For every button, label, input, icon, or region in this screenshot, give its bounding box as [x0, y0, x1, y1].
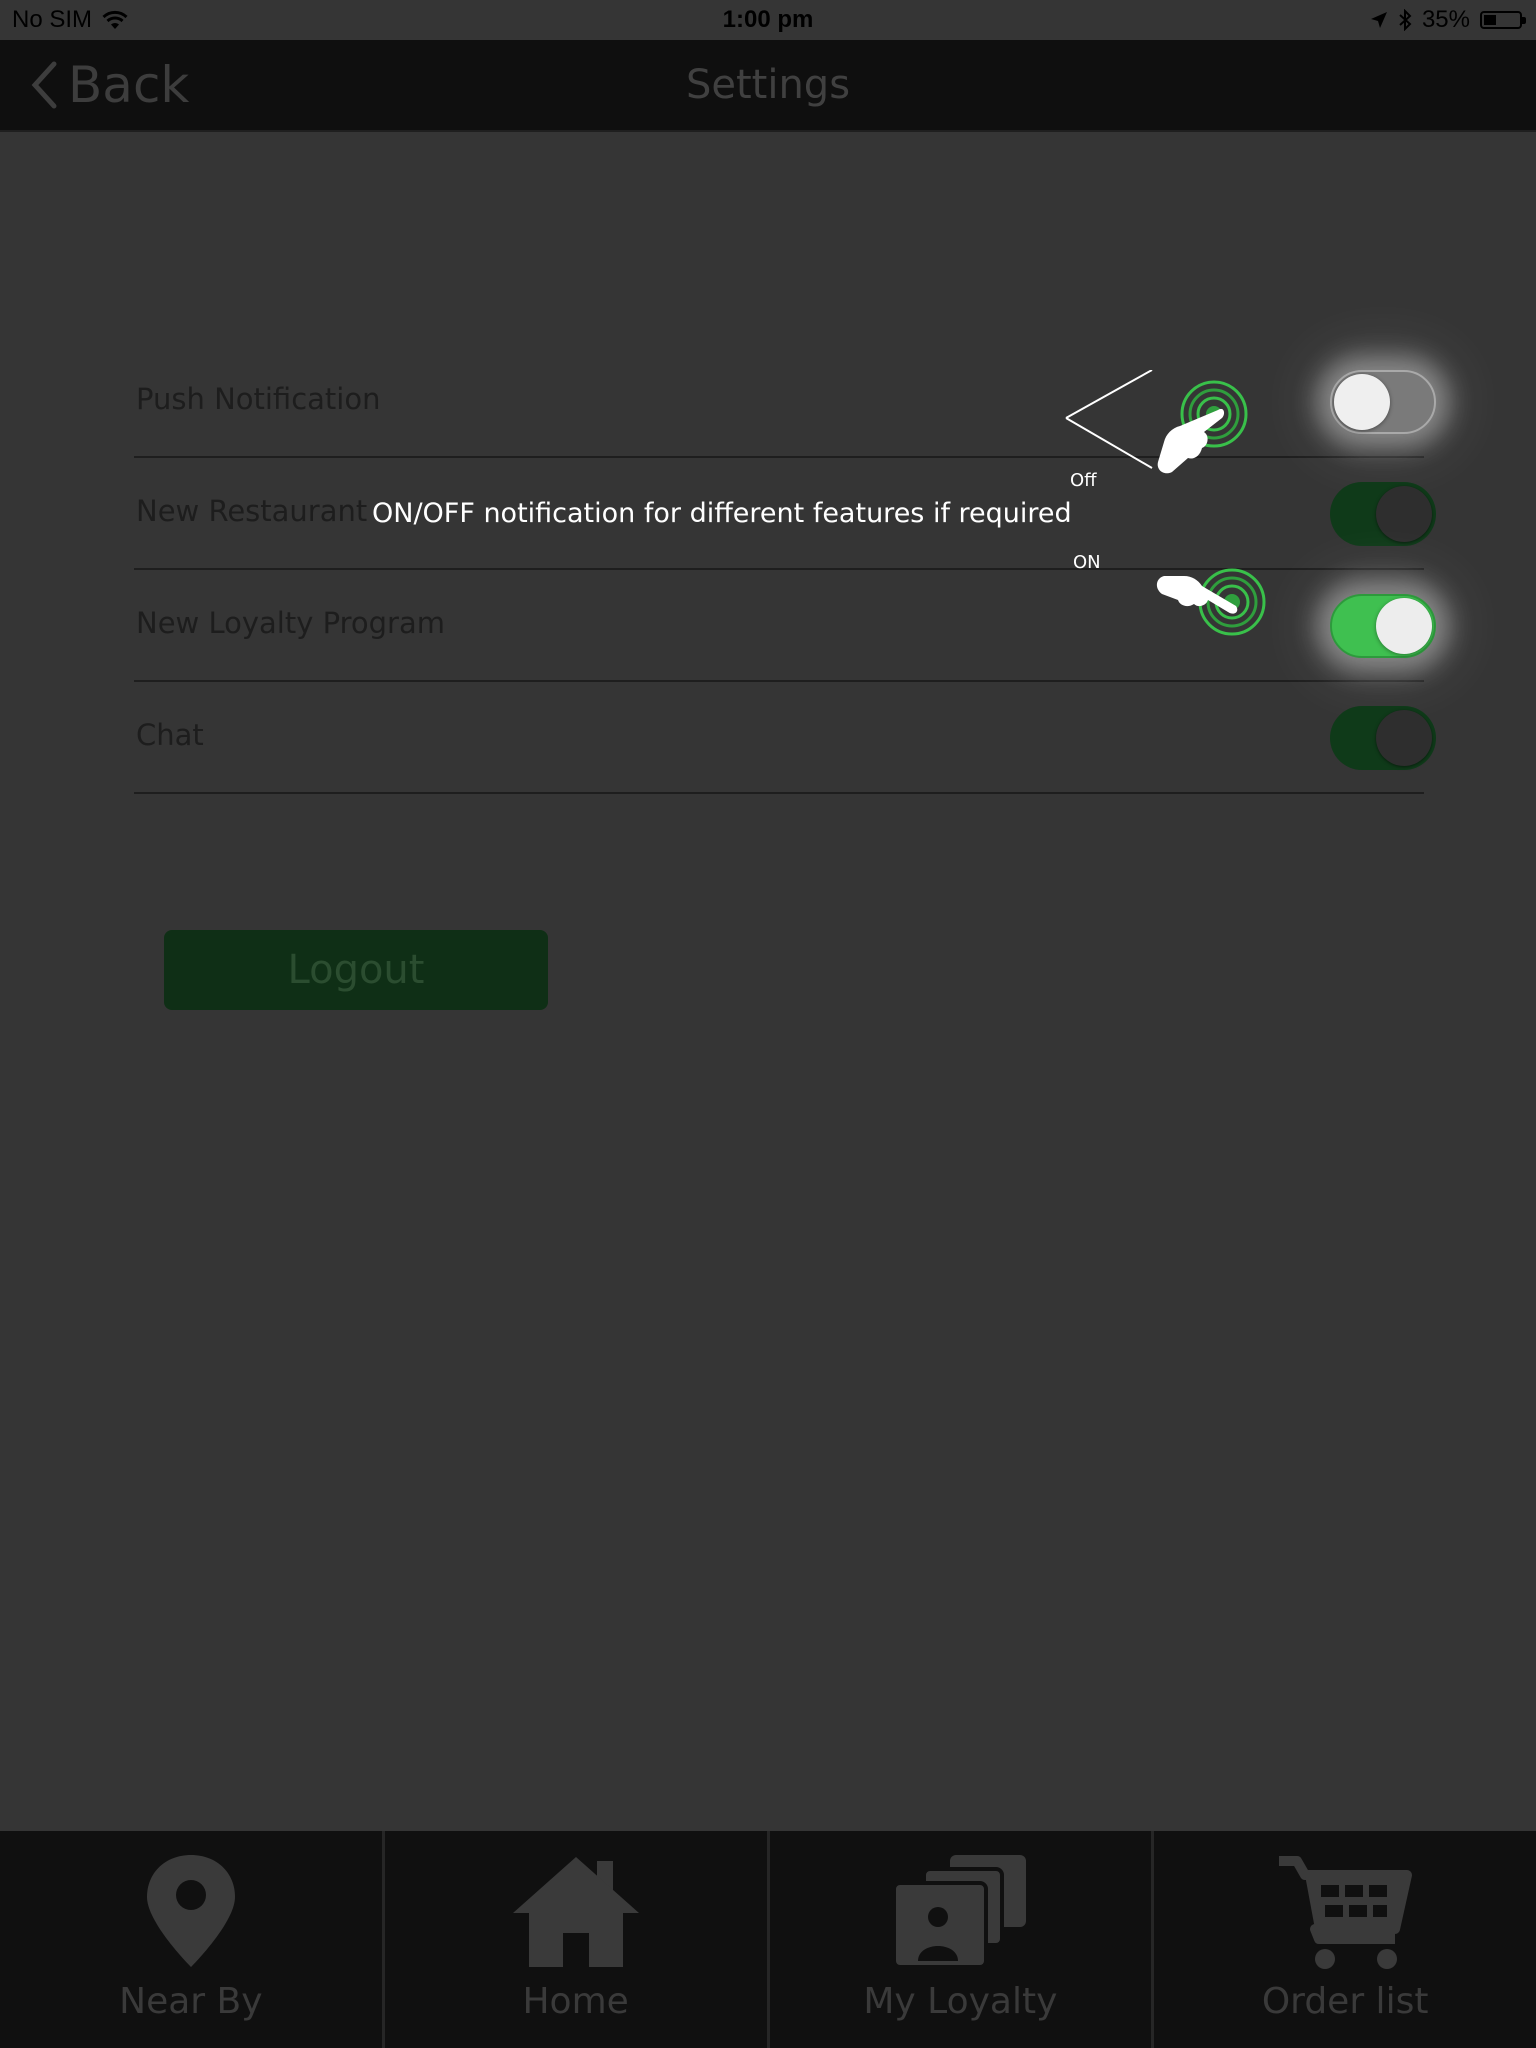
tab-near-by[interactable]: Near By — [0, 1831, 385, 2048]
toggle-knob — [1334, 374, 1390, 430]
tab-icon-wrap — [1154, 1851, 1536, 1971]
new-loyalty-program-toggle[interactable] — [1330, 594, 1436, 658]
setting-label: New Loyalty Program — [136, 606, 445, 640]
tab-label: Near By — [119, 1981, 263, 2022]
tab-icon-wrap — [385, 1851, 767, 1971]
tab-label: My Loyalty — [863, 1981, 1058, 2022]
tab-my-loyalty[interactable]: My Loyalty — [770, 1831, 1155, 2048]
toggle-knob — [1376, 486, 1432, 542]
location-pin-icon — [146, 1855, 235, 1967]
nav-bar: Back Settings — [0, 40, 1536, 132]
tab-home[interactable]: Home — [385, 1831, 770, 2048]
tab-icon-wrap — [0, 1851, 382, 1971]
battery-percent: 35% — [1421, 6, 1470, 33]
push-notification-toggle[interactable] — [1330, 370, 1436, 434]
loyalty-cards-icon — [892, 1855, 1027, 1969]
bluetooth-icon — [1399, 9, 1412, 31]
home-icon — [512, 1857, 639, 1967]
tap-pointer-off-icon — [1157, 380, 1248, 474]
shopping-cart-icon — [1279, 1856, 1413, 1969]
battery-level — [1484, 15, 1496, 25]
toggle-knob — [1376, 598, 1432, 654]
tab-bar: Near By Home My Loyalty Order list — [0, 1831, 1536, 2048]
tab-label: Order list — [1261, 1981, 1429, 2022]
settings-row-chat: Chat — [134, 682, 1436, 794]
annotation-text: ON/OFF notification for different featur… — [372, 498, 1072, 529]
setting-label: Chat — [136, 718, 204, 752]
status-bar: No SIM 1:00 pm 35% — [0, 0, 1536, 40]
setting-label: Push Notification — [136, 382, 381, 416]
new-restaurant-toggle[interactable] — [1330, 482, 1436, 546]
annotation-connector-lines — [1065, 370, 1153, 469]
location-arrow-icon — [1370, 12, 1387, 28]
annotation-off-label: Off — [1070, 470, 1097, 491]
battery-icon — [1480, 11, 1526, 29]
logout-button[interactable]: Logout — [164, 930, 548, 1010]
chat-toggle[interactable] — [1330, 706, 1436, 770]
tab-icon-wrap — [770, 1851, 1152, 1971]
setting-label: New Restaurant — [136, 494, 368, 528]
status-time: 1:00 pm — [722, 6, 814, 33]
tab-order-list[interactable]: Order list — [1154, 1831, 1536, 2048]
status-right: 35% — [1370, 6, 1526, 34]
tab-label: Home — [522, 1981, 629, 2022]
page-title: Settings — [685, 62, 851, 108]
annotation-on-label: ON — [1073, 552, 1101, 573]
tap-pointer-on-icon — [1156, 568, 1266, 636]
toggle-knob — [1376, 710, 1432, 766]
